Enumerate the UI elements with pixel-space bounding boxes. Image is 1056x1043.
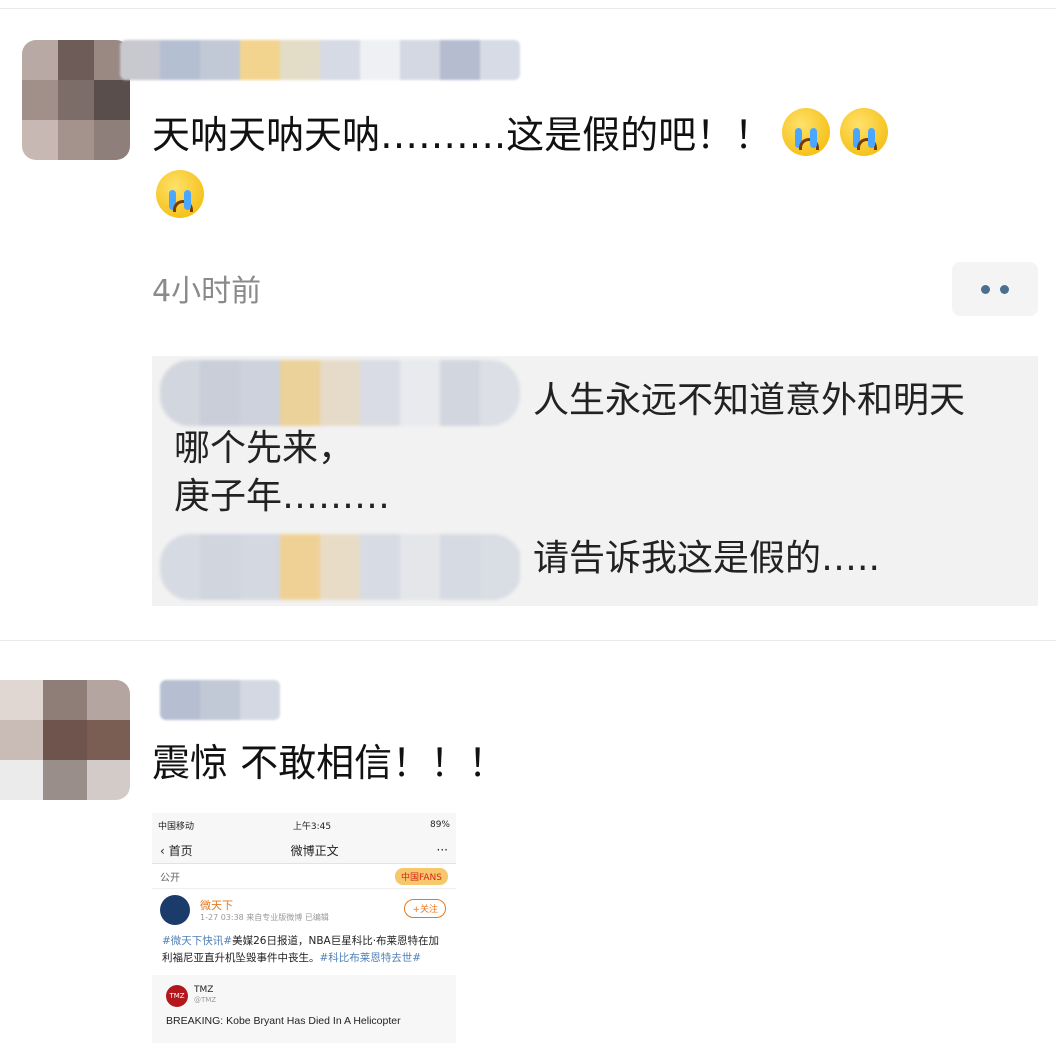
quote-text: BREAKING: Kobe Bryant Has Died In A Heli…: [166, 1015, 401, 1027]
back-button[interactable]: ‹ 首页: [160, 842, 193, 859]
reply-text-line3: 庚子年………: [174, 476, 391, 517]
crying-face-icon: [156, 170, 204, 218]
reply-author-blurred[interactable]: [160, 360, 520, 426]
visibility-row: 公开 中国FANS: [152, 864, 456, 889]
reply-author-blurred[interactable]: [160, 534, 522, 600]
reply-text: 请告诉我这是假的…..: [533, 538, 880, 579]
nav-title: 微博正文: [290, 843, 339, 858]
comment-text: 震惊 不敢相信！！！: [152, 741, 507, 785]
nav-bar: ‹ 首页 微博正文 ···: [152, 837, 456, 864]
status-bar: 中国移动 上午3:45 89%: [152, 813, 456, 837]
post-header: 微天下 1-27 03:38 来自专业版微博 已编辑 +关注: [152, 889, 456, 929]
comment-body: 天呐天呐天呐……….这是假的吧！！: [152, 113, 773, 157]
reply-text: 人生永远不知道意外和明天: [533, 380, 966, 421]
author-name: 微天下: [200, 899, 233, 912]
quote-handle: @TMZ: [194, 996, 217, 1004]
author-avatar: [160, 895, 190, 925]
top-divider: [0, 8, 1056, 9]
avatar[interactable]: [0, 680, 130, 800]
crying-face-icon: [782, 108, 831, 156]
more-icon[interactable]: ···: [437, 843, 448, 857]
visibility-label: 公开: [160, 872, 180, 884]
attached-screenshot[interactable]: 中国移动 上午3:45 89% ‹ 首页 微博正文 ··· 公开 中国FANS …: [152, 813, 456, 1043]
username-blurred[interactable]: [160, 680, 280, 720]
carrier: 中国移动: [158, 821, 195, 832]
fans-badge: 中国FANS: [395, 867, 448, 885]
follow-button[interactable]: +关注: [404, 899, 446, 918]
more-options-button[interactable]: [952, 262, 1038, 316]
avatar[interactable]: [22, 40, 130, 160]
reply-text-line2: 哪个先来，: [174, 428, 355, 469]
hashtag[interactable]: #微天下快讯#: [162, 935, 232, 947]
crying-face-icon: [840, 108, 889, 156]
comment-text-line2: [146, 168, 204, 226]
clock: 上午3:45: [292, 821, 332, 832]
dot-icon: [981, 284, 990, 294]
quote-author: TMZ: [194, 985, 214, 995]
comment-divider: [0, 640, 1056, 641]
comment-text: 天呐天呐天呐……….这是假的吧！！: [152, 106, 889, 164]
hashtag[interactable]: #科比布莱恩特去世#: [320, 952, 422, 964]
username-blurred[interactable]: [120, 40, 520, 80]
back-label: 首页: [168, 843, 193, 858]
post-meta: 1-27 03:38 来自专业版微博 已编辑: [200, 913, 329, 922]
post-body: #微天下快讯#美媒26日报道，NBA巨星科比·布莱恩特在加利福尼亚直升机坠毁事件…: [152, 929, 456, 971]
battery: 89%: [429, 820, 450, 830]
comment-timestamp: 4小时前: [152, 274, 262, 309]
quoted-post[interactable]: TMZ TMZ @TMZ BREAKING: Kobe Bryant Has D…: [152, 975, 456, 1043]
tmz-logo: TMZ: [166, 985, 188, 1007]
dot-icon: [1000, 284, 1009, 294]
